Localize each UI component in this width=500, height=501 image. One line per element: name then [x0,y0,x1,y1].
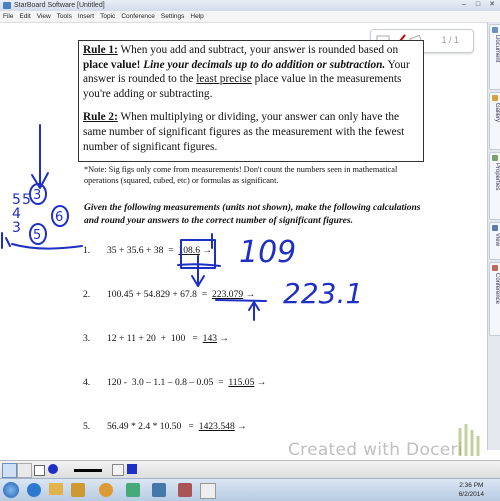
app-icon[interactable] [126,483,140,497]
maximize-icon[interactable]: □ [472,1,484,9]
dock-tab-conference[interactable]: Conference [489,262,500,336]
rules-box: Rule 1: When you add and subtract, your … [78,40,424,162]
circle-mark [51,205,69,227]
menu-settings[interactable]: Settings [158,11,188,22]
note-text: *Note: Sig figs only come from measureme… [84,165,398,185]
line-width-icon[interactable] [74,469,102,472]
dock-tab-properties[interactable]: Properties [489,152,500,220]
underline-stroke [11,243,83,250]
arrow-head-stroke [248,301,260,311]
tick-stroke [5,237,11,247]
pen-tool-icon[interactable] [2,463,17,478]
app-icon [3,2,11,9]
dock-tab-view[interactable]: View [489,222,500,260]
app-icon[interactable] [200,483,216,499]
handwritten-digit: 5 [12,192,21,208]
shape-tool-icon[interactable] [34,465,45,476]
gallery-icon [492,95,498,101]
app-icon[interactable] [152,483,166,497]
handwritten-extra-digit: 6 [55,210,63,225]
menu-file[interactable]: File [0,11,16,22]
menu-conference[interactable]: Conference [118,11,158,22]
underline-stroke [177,263,221,267]
right-dock: Document Gallery Properties View Confere… [487,22,500,450]
rule-2: Rule 2: When multiplying or dividing, yo… [83,111,405,153]
menu-insert[interactable]: Insert [75,11,97,22]
watermark: Created with Doceri [288,440,463,460]
doceri-logo-icon [458,424,480,456]
circle-mark [29,223,47,245]
handwritten-answer-2: 223.1 [283,277,363,310]
view-icon [492,225,498,231]
menu-tools[interactable]: Tools [54,11,75,22]
handwritten-digit: 4 [12,206,21,222]
problem-answer: 108.6 [178,245,200,256]
dock-tab-gallery[interactable]: Gallery [489,92,500,150]
instructions-text: Given the following measurements (units … [84,203,421,226]
app-icon[interactable] [178,483,192,497]
window-title: StarBoard Software [Untitled] [14,2,105,9]
properties-icon [492,155,498,161]
dock-tab-document[interactable]: Document [489,24,500,90]
clock-date: 6/2/2014 [458,491,484,498]
menu-edit[interactable]: Edit [16,11,33,22]
handwritten-circled-digit: 3 [33,188,41,203]
handwritten-digit: 3 [12,220,21,236]
page-indicator: 1 / 1 [441,35,459,45]
taskbar: 2:36 PM 6/2/2014 [0,478,500,501]
drawing-toolbar [0,460,500,479]
fill-color-icon[interactable] [127,464,137,474]
problem-row: 5. 56.49 * 2.4 * 10.50 = 1423.548 → [83,421,247,432]
handwritten-digit: 5 [22,192,31,208]
problem-row: 1. 35 + 35.6 + 38 = 108.6 → [83,245,212,256]
problem-row: 2. 100.45 + 54.829 + 67.8 = 223.079 → [83,289,256,300]
arrow-head-stroke [191,275,205,287]
problem-answer: 115.05 [228,377,255,388]
menu-topic[interactable]: Topic [97,11,118,22]
conference-icon [492,265,498,271]
ie-icon[interactable] [27,483,41,497]
highlighter-icon[interactable] [17,463,32,478]
circle-mark [29,183,47,205]
media-icon[interactable] [71,483,85,497]
minimize-icon[interactable]: – [458,1,470,9]
problem-row: 3. 12 + 11 + 20 + 100 = 143 → [83,333,230,344]
clock-time: 2:36 PM [459,482,484,489]
system-clock[interactable]: 2:36 PM 6/2/2014 [459,481,484,499]
handwritten-circled-digit: 5 [33,228,41,243]
document-icon [492,27,498,33]
firefox-icon[interactable] [99,483,113,497]
color-picker-icon[interactable] [48,464,58,474]
line-style-icon[interactable] [112,464,124,476]
handwritten-answer-1: 109 [239,235,296,270]
menu-view[interactable]: View [34,11,54,22]
start-button-icon[interactable] [3,482,19,498]
rule-1: Rule 1: When you add and subtract, your … [83,44,410,100]
menu-help[interactable]: Help [187,11,206,22]
problem-answer: 1423.548 [198,421,235,432]
menu-bar: File Edit View Tools Insert Topic Confer… [0,11,500,23]
window-controls: – □ ✕ [458,1,498,9]
problem-answer: 143 [202,333,218,344]
underline-stroke [215,299,267,302]
problem-row: 4. 120 - 3.0 – 1.1 – 0.8 – 0.05 = 115.05 … [83,377,267,388]
arrow-head-stroke [31,172,49,189]
folder-icon[interactable] [49,483,63,495]
close-icon[interactable]: ✕ [486,1,498,9]
problem-answer: 223.079 [211,289,244,300]
